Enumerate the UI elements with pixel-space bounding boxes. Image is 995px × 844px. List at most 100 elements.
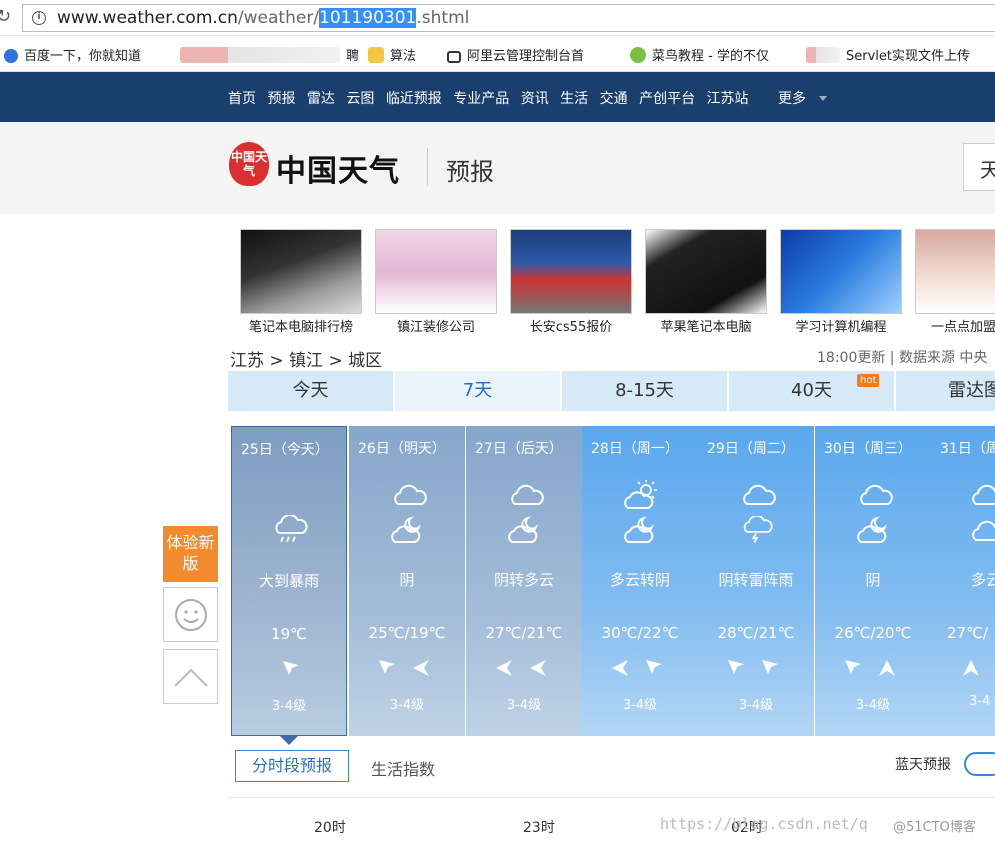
forecast-day[interactable]: 30日（周三） 阴 26℃/20℃ 3-4级 xyxy=(815,426,931,736)
bookmark-label: 聘 xyxy=(346,49,360,64)
paw-icon xyxy=(4,49,18,63)
forecast-day[interactable]: 27日（后天） 阴转多云 27℃/21℃ 3-4级 xyxy=(466,426,582,736)
tab-label: 雷达图 xyxy=(948,380,995,401)
car-image xyxy=(510,229,632,314)
watermark-51cto: @51CTO博客 xyxy=(893,820,976,835)
bookmark-aliyun[interactable]: 阿里云管理控制台首 xyxy=(447,45,584,64)
ad-item[interactable]: 笔记本电脑排行榜 xyxy=(240,229,362,335)
hour-label: 20时 xyxy=(314,820,346,836)
nav-item[interactable]: 雷达 xyxy=(307,91,335,107)
tab-label: 7天 xyxy=(462,380,493,401)
forecast-date: 29日（周二） xyxy=(707,441,795,457)
url-suffix: .shtml xyxy=(416,8,470,28)
forecast-day[interactable]: 26日（明天） 阴 25℃/19℃ 3-4级 xyxy=(349,426,465,736)
back-to-top-button[interactable] xyxy=(163,649,218,704)
forecast-desc: 多云转阴 xyxy=(609,571,670,589)
tab-7days[interactable]: 7天 xyxy=(395,371,560,411)
forecast-date: 31日（周 xyxy=(940,441,995,457)
update-info: 18:00更新 | 数据来源 中央 xyxy=(817,350,988,366)
nav-item[interactable]: 生活 xyxy=(560,91,588,107)
nav-item[interactable]: 云图 xyxy=(346,91,374,107)
macbook-image xyxy=(645,229,767,314)
bookmark-runoob[interactable]: 菜鸟教程 - 学的不仅 xyxy=(630,45,769,64)
tab-hourly-forecast[interactable]: 分时段预报 xyxy=(235,750,349,782)
forecast-wind-level: 3-4级 xyxy=(506,698,542,713)
bookmark-blurred[interactable]: 聘 xyxy=(180,45,359,64)
blue-sky-toggle[interactable] xyxy=(964,752,995,776)
nav-item[interactable]: 临近预报 xyxy=(386,91,442,107)
forecast-wind-level: 3-4级 xyxy=(271,699,307,714)
url-text[interactable]: www.weather.com.cn/weather/101190301.sht… xyxy=(57,8,469,28)
tab-8-15days[interactable]: 8-15天 xyxy=(562,371,727,411)
runoob-icon xyxy=(630,47,646,63)
selected-pointer xyxy=(280,736,298,745)
rain-cloud-icon xyxy=(275,515,308,543)
drink-image xyxy=(915,229,995,314)
nav-item[interactable]: 预报 xyxy=(267,91,295,107)
tab-label: 今天 xyxy=(292,380,329,401)
feedback-button[interactable] xyxy=(163,587,218,642)
ad-item[interactable]: 长安cs55报价 xyxy=(510,229,632,335)
blurred-icon xyxy=(180,47,340,63)
nav-item[interactable]: 专业产品 xyxy=(453,91,509,107)
address-bar: ↻ i www.weather.com.cn/weather/101190301… xyxy=(0,0,995,36)
forecast-date: 27日（后天） xyxy=(475,441,563,457)
section-title: 预报 xyxy=(446,158,494,186)
forecast-wind-level: 3-4级 xyxy=(389,698,425,713)
forecast-temp: 30℃/22℃ xyxy=(601,624,679,642)
tab-radar[interactable]: 雷达图 xyxy=(896,371,995,411)
search-input[interactable]: 天 xyxy=(963,143,995,191)
sun-cloud-icon xyxy=(624,480,658,509)
bookmark-servlet[interactable]: Servlet实现文件上传 xyxy=(806,45,970,64)
tab-life-index[interactable]: 生活指数 xyxy=(371,756,435,780)
url-host: www.weather.com.cn xyxy=(57,8,238,28)
ad-item[interactable]: 一点点加盟 xyxy=(915,229,995,335)
url-field[interactable]: i www.weather.com.cn/weather/101190301.s… xyxy=(22,4,995,32)
forecast-day[interactable]: 29日（周二） 阴转雷阵雨 28℃/21℃ 3-4级 xyxy=(698,426,814,736)
forecast-temp: 28℃/21℃ xyxy=(717,624,795,642)
nav-item[interactable]: 资讯 xyxy=(521,91,549,107)
forecast-wind-level: 3-4级 xyxy=(622,698,658,713)
nav-more-label: 更多 xyxy=(777,91,806,107)
room-image xyxy=(375,229,497,314)
nav-more[interactable]: 更多 xyxy=(778,91,834,107)
nav-item[interactable]: 首页 xyxy=(228,91,256,107)
code-image xyxy=(780,229,902,314)
forecast-wind-level: 3-4级 xyxy=(855,698,891,713)
moon-cloud-icon xyxy=(508,517,538,543)
ad-item[interactable]: 苹果笔记本电脑 xyxy=(645,229,767,335)
forecast-day[interactable]: 25日（今天） 大到暴雨 19℃ 3-4级 xyxy=(231,426,347,745)
forecast-day[interactable]: 28日（周一） 多云转阴 30℃/22℃ 3-4级 xyxy=(582,426,698,736)
logo-divider xyxy=(427,148,428,186)
forecast-desc: 阴 xyxy=(865,571,881,589)
tab-40days[interactable]: 40天 hot xyxy=(729,371,894,411)
ad-item[interactable]: 镇江装修公司 xyxy=(375,229,497,335)
ad-caption: 笔记本电脑排行榜 xyxy=(248,320,353,335)
site-logo[interactable]: 中国天气 xyxy=(276,146,400,190)
ad-item[interactable]: 学习计算机编程 xyxy=(780,229,902,335)
forecast-wind-level: 3-4 xyxy=(969,694,991,709)
info-icon[interactable]: i xyxy=(32,11,46,25)
url-selected: 101190301 xyxy=(319,8,417,28)
aliyun-icon xyxy=(447,51,461,63)
forecast-day[interactable]: 31日（周 多云 27℃/ 3-4 xyxy=(931,426,995,736)
chevron-up-icon xyxy=(174,668,208,687)
seal-logo[interactable]: 中国天气 xyxy=(229,142,269,186)
nav-item[interactable]: 交通 xyxy=(600,91,628,107)
cloud-icon xyxy=(394,484,427,505)
bookmark-algo[interactable]: 算法 xyxy=(368,45,416,64)
nav-item[interactable]: 江苏站 xyxy=(707,91,749,107)
ad-caption: 长安cs55报价 xyxy=(529,320,613,335)
breadcrumb[interactable]: 江苏 > 镇江 > 城区 xyxy=(230,346,382,371)
forecast-temp: 25℃/19℃ xyxy=(368,624,446,642)
url-path: /weather/ xyxy=(237,8,320,28)
nav-item[interactable]: 产创平台 xyxy=(639,91,695,107)
bookmark-baidu[interactable]: 百度一下，你就知道 xyxy=(4,45,141,64)
reload-icon[interactable]: ↻ xyxy=(0,6,11,27)
seal-text: 中国天气 xyxy=(230,150,267,178)
try-new-version-button[interactable]: 体验新版 xyxy=(163,526,218,582)
nav-links: 首页 预报 雷达 云图 临近预报 专业产品 资讯 生活 交通 产创平台 江苏站 … xyxy=(228,88,841,108)
tab-today[interactable]: 今天 xyxy=(228,371,393,411)
hot-badge: hot xyxy=(857,374,880,387)
blurred-icon xyxy=(806,47,840,63)
